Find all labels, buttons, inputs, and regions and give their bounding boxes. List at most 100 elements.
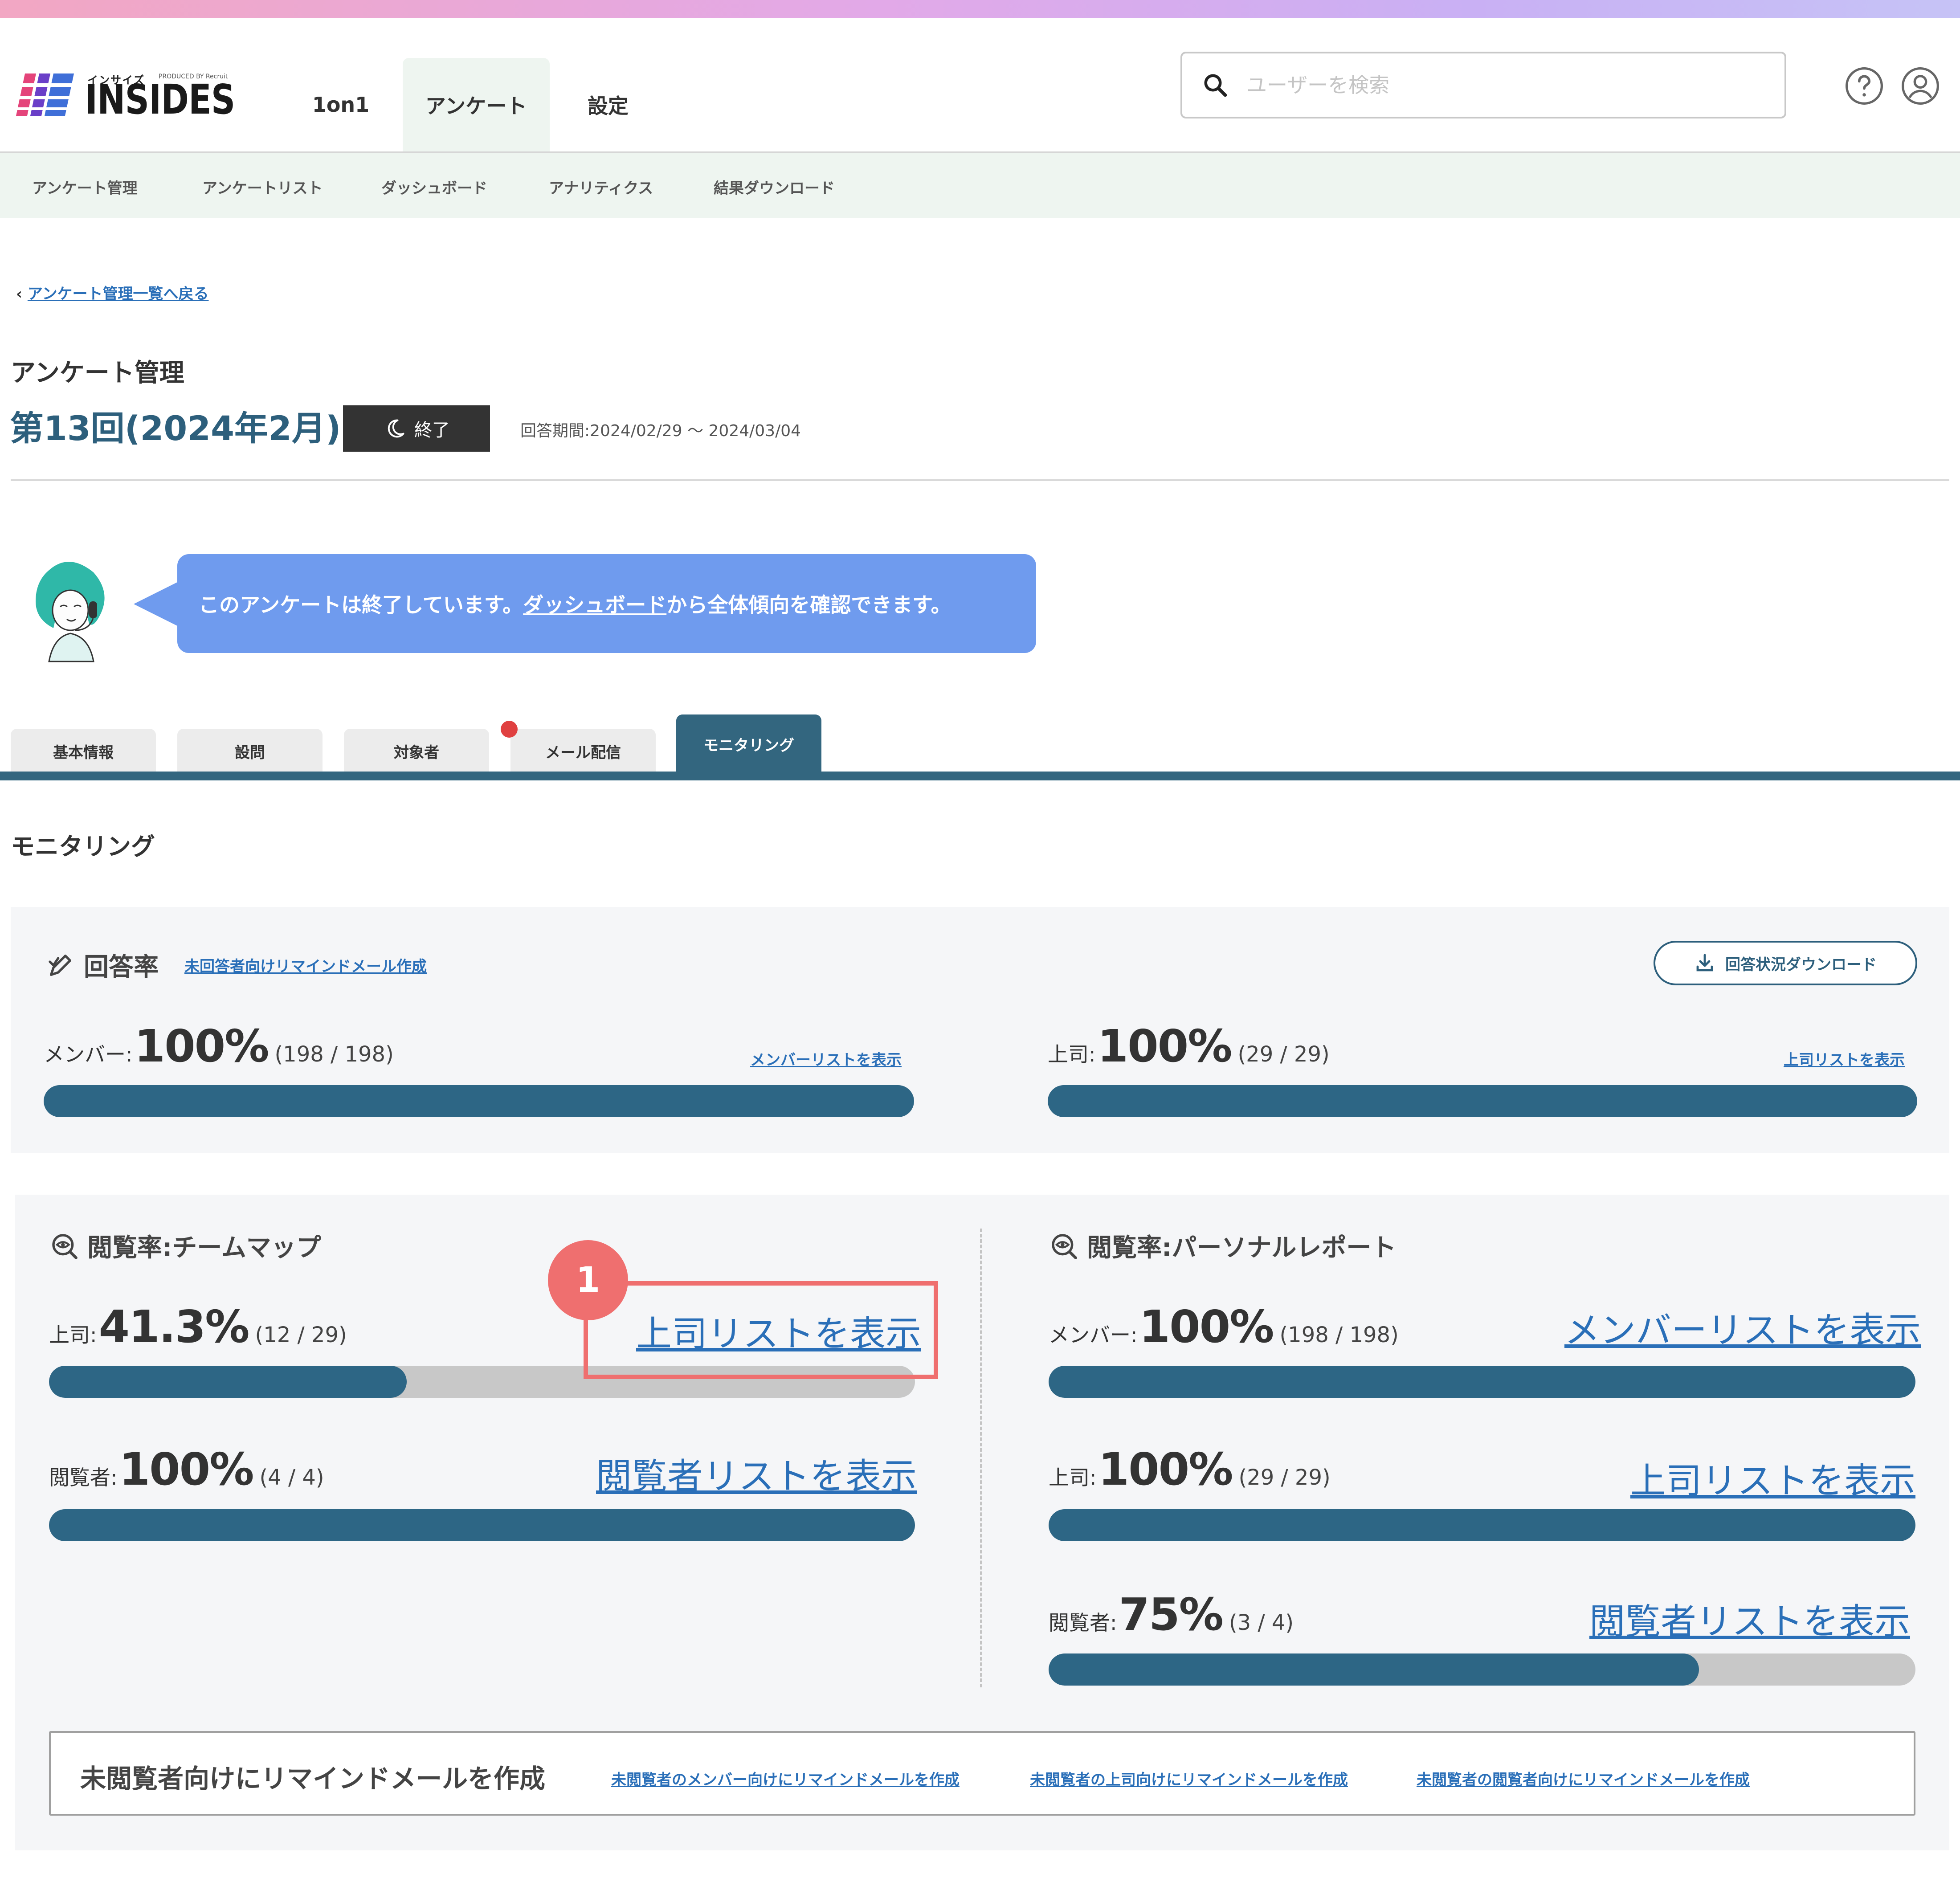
stat-label: 上司: xyxy=(1048,1042,1096,1066)
insides-logo[interactable]: インサイズ PRODUCED BY Recruit INSIDES xyxy=(16,53,248,125)
stat-count: (12 / 29) xyxy=(255,1323,347,1347)
back-link-text: アンケート管理一覧へ戻る xyxy=(27,285,209,303)
personal-viewer-list-link[interactable]: 閲覧者リストを表示 xyxy=(1589,1593,1910,1645)
tab-mail-delivery[interactable]: メール配信 xyxy=(510,729,656,773)
survey-title: 第13回(2024年2月) xyxy=(10,408,341,448)
response-member-stat: メンバー: 100% (198 / 198) xyxy=(44,1020,394,1072)
stat-label: 閲覧者: xyxy=(49,1466,118,1490)
stat-percent: 100% xyxy=(1097,1020,1233,1072)
response-rate-title: 回答率 xyxy=(46,947,159,983)
response-period: 回答期間:2024/02/29 ～ 2024/03/04 xyxy=(520,422,801,440)
search-input[interactable] xyxy=(1246,73,1736,97)
download-button-label: 回答状況ダウンロード xyxy=(1725,955,1877,974)
stat-percent: 75% xyxy=(1119,1588,1224,1641)
remind-title: 未閲覧者向けにリマインドメールを作成 xyxy=(80,1764,546,1794)
stat-count: (198 / 198) xyxy=(274,1042,394,1067)
subnav-dashboard[interactable]: ダッシュボード xyxy=(381,153,487,220)
stat-count: (198 / 198) xyxy=(1279,1323,1399,1347)
tab-targets[interactable]: 対象者 xyxy=(344,729,489,773)
chevron-left-icon: ‹ xyxy=(16,285,23,303)
user-account-icon[interactable] xyxy=(1900,66,1940,106)
response-member-bar xyxy=(44,1085,914,1117)
personal-report-title: 閲覧率:パーソナルレポート xyxy=(1049,1228,1396,1264)
user-search-box[interactable] xyxy=(1180,52,1786,118)
remind-boss-link[interactable]: 未閲覧者の上司向けにリマインドメールを作成 xyxy=(1030,1768,1348,1789)
response-boss-stat: 上司: 100% (29 / 29) xyxy=(1048,1020,1330,1072)
stat-count: (4 / 4) xyxy=(259,1465,324,1490)
response-boss-bar xyxy=(1048,1085,1917,1117)
title-divider xyxy=(11,479,1949,481)
personal-boss-bar xyxy=(1049,1509,1915,1541)
personal-member-list-link[interactable]: メンバーリストを表示 xyxy=(1564,1302,1921,1353)
annotation-highlight-box xyxy=(584,1281,938,1379)
tab-monitoring[interactable]: モニタリング xyxy=(676,714,821,773)
teammap-boss-stat: 上司: 41.3% (12 / 29) xyxy=(49,1301,347,1353)
personal-member-stat: メンバー: 100% (198 / 198) xyxy=(1049,1301,1399,1353)
personal-boss-list-link[interactable]: 上司リストを表示 xyxy=(1630,1452,1915,1504)
tab-underline xyxy=(0,772,1960,780)
nav-tab-settings[interactable]: 設定 xyxy=(566,58,650,151)
stat-count: (29 / 29) xyxy=(1237,1042,1330,1067)
logo-mark-icon xyxy=(16,73,74,116)
subnav-survey-management[interactable]: アンケート管理 xyxy=(32,153,138,220)
help-icon[interactable] xyxy=(1844,66,1884,106)
bar-fill xyxy=(1048,1085,1917,1117)
personal-title-text: 閲覧率:パーソナルレポート xyxy=(1087,1233,1396,1262)
response-member-list-link[interactable]: メンバーリストを表示 xyxy=(750,1048,902,1070)
status-text: 終了 xyxy=(414,420,450,441)
back-to-list-link[interactable]: ‹ アンケート管理一覧へ戻る xyxy=(16,282,209,303)
stat-label: メンバー: xyxy=(44,1042,133,1066)
tab-questions[interactable]: 設問 xyxy=(177,729,323,773)
message-text-before: このアンケートは終了しています。 xyxy=(199,593,523,617)
stat-label: 上司: xyxy=(1049,1466,1097,1490)
download-icon xyxy=(1696,954,1713,972)
app-header: インサイズ PRODUCED BY Recruit INSIDES 1on1 ア… xyxy=(0,18,1960,151)
remind-mail-box: 未閲覧者向けにリマインドメールを作成 未閲覧者のメンバー向けにリマインドメールを… xyxy=(49,1731,1915,1816)
stat-percent: 100% xyxy=(119,1443,254,1495)
nav-tab-1on1[interactable]: 1on1 xyxy=(294,58,388,151)
page-title: アンケート管理 xyxy=(11,359,184,388)
subnav-result-download[interactable]: 結果ダウンロード xyxy=(714,153,835,220)
unanswered-remind-link[interactable]: 未回答者向けリマインドメール作成 xyxy=(184,954,427,976)
stat-percent: 100% xyxy=(1098,1443,1233,1495)
personal-member-bar xyxy=(1049,1366,1915,1398)
download-status-button[interactable]: 回答状況ダウンロード xyxy=(1654,941,1917,985)
stat-percent: 100% xyxy=(1139,1301,1274,1353)
speech-bubble-tail xyxy=(134,582,178,626)
tab-basic-info[interactable]: 基本情報 xyxy=(11,729,156,773)
bar-fill xyxy=(49,1509,915,1541)
response-boss-list-link[interactable]: 上司リストを表示 xyxy=(1784,1048,1905,1070)
stat-label: 上司: xyxy=(49,1323,97,1347)
notification-dot xyxy=(501,721,518,738)
message-text-after: から全体傾向を確認できます。 xyxy=(666,593,951,617)
survey-closed-message: このアンケートは終了しています。 ダッシュボード から全体傾向を確認できます。 xyxy=(177,554,1036,653)
response-rate-label: 回答率 xyxy=(84,953,159,982)
nav-tab-survey[interactable]: アンケート xyxy=(403,58,550,151)
subnav-survey-list[interactable]: アンケートリスト xyxy=(202,153,323,220)
bar-fill xyxy=(1049,1509,1915,1541)
bar-fill xyxy=(49,1366,407,1398)
dashboard-link[interactable]: ダッシュボード xyxy=(523,589,666,618)
logo-text: INSIDES xyxy=(85,76,235,123)
personal-boss-stat: 上司: 100% (29 / 29) xyxy=(1049,1443,1331,1495)
annotation-number-badge: 1 xyxy=(548,1240,628,1320)
subnav-analytics[interactable]: アナリティクス xyxy=(549,153,653,220)
remind-viewer-link[interactable]: 未閲覧者の閲覧者向けにリマインドメールを作成 xyxy=(1417,1768,1750,1789)
personal-viewer-stat: 閲覧者: 75% (3 / 4) xyxy=(1049,1588,1294,1641)
panel-divider xyxy=(980,1229,982,1687)
personal-viewer-bar xyxy=(1049,1653,1915,1686)
stat-count: (29 / 29) xyxy=(1238,1465,1331,1490)
teammap-viewer-list-link[interactable]: 閲覧者リストを表示 xyxy=(596,1448,917,1499)
search-icon xyxy=(1204,74,1227,97)
stat-count: (3 / 4) xyxy=(1229,1610,1294,1635)
sub-navigation: アンケート管理 アンケートリスト ダッシュボード アナリティクス 結果ダウンロー… xyxy=(0,151,1960,218)
bar-fill xyxy=(1049,1653,1699,1686)
stat-label: メンバー: xyxy=(1049,1323,1138,1347)
teammap-viewer-bar xyxy=(49,1509,915,1541)
bar-fill xyxy=(1049,1366,1915,1398)
stat-percent: 100% xyxy=(134,1020,270,1072)
eye-search-icon xyxy=(1052,1233,1077,1259)
teammap-viewer-stat: 閲覧者: 100% (4 / 4) xyxy=(49,1443,324,1495)
teammap-title: 閲覧率:チームマップ xyxy=(50,1228,321,1264)
remind-member-link[interactable]: 未閲覧者のメンバー向けにリマインドメールを作成 xyxy=(611,1768,960,1789)
